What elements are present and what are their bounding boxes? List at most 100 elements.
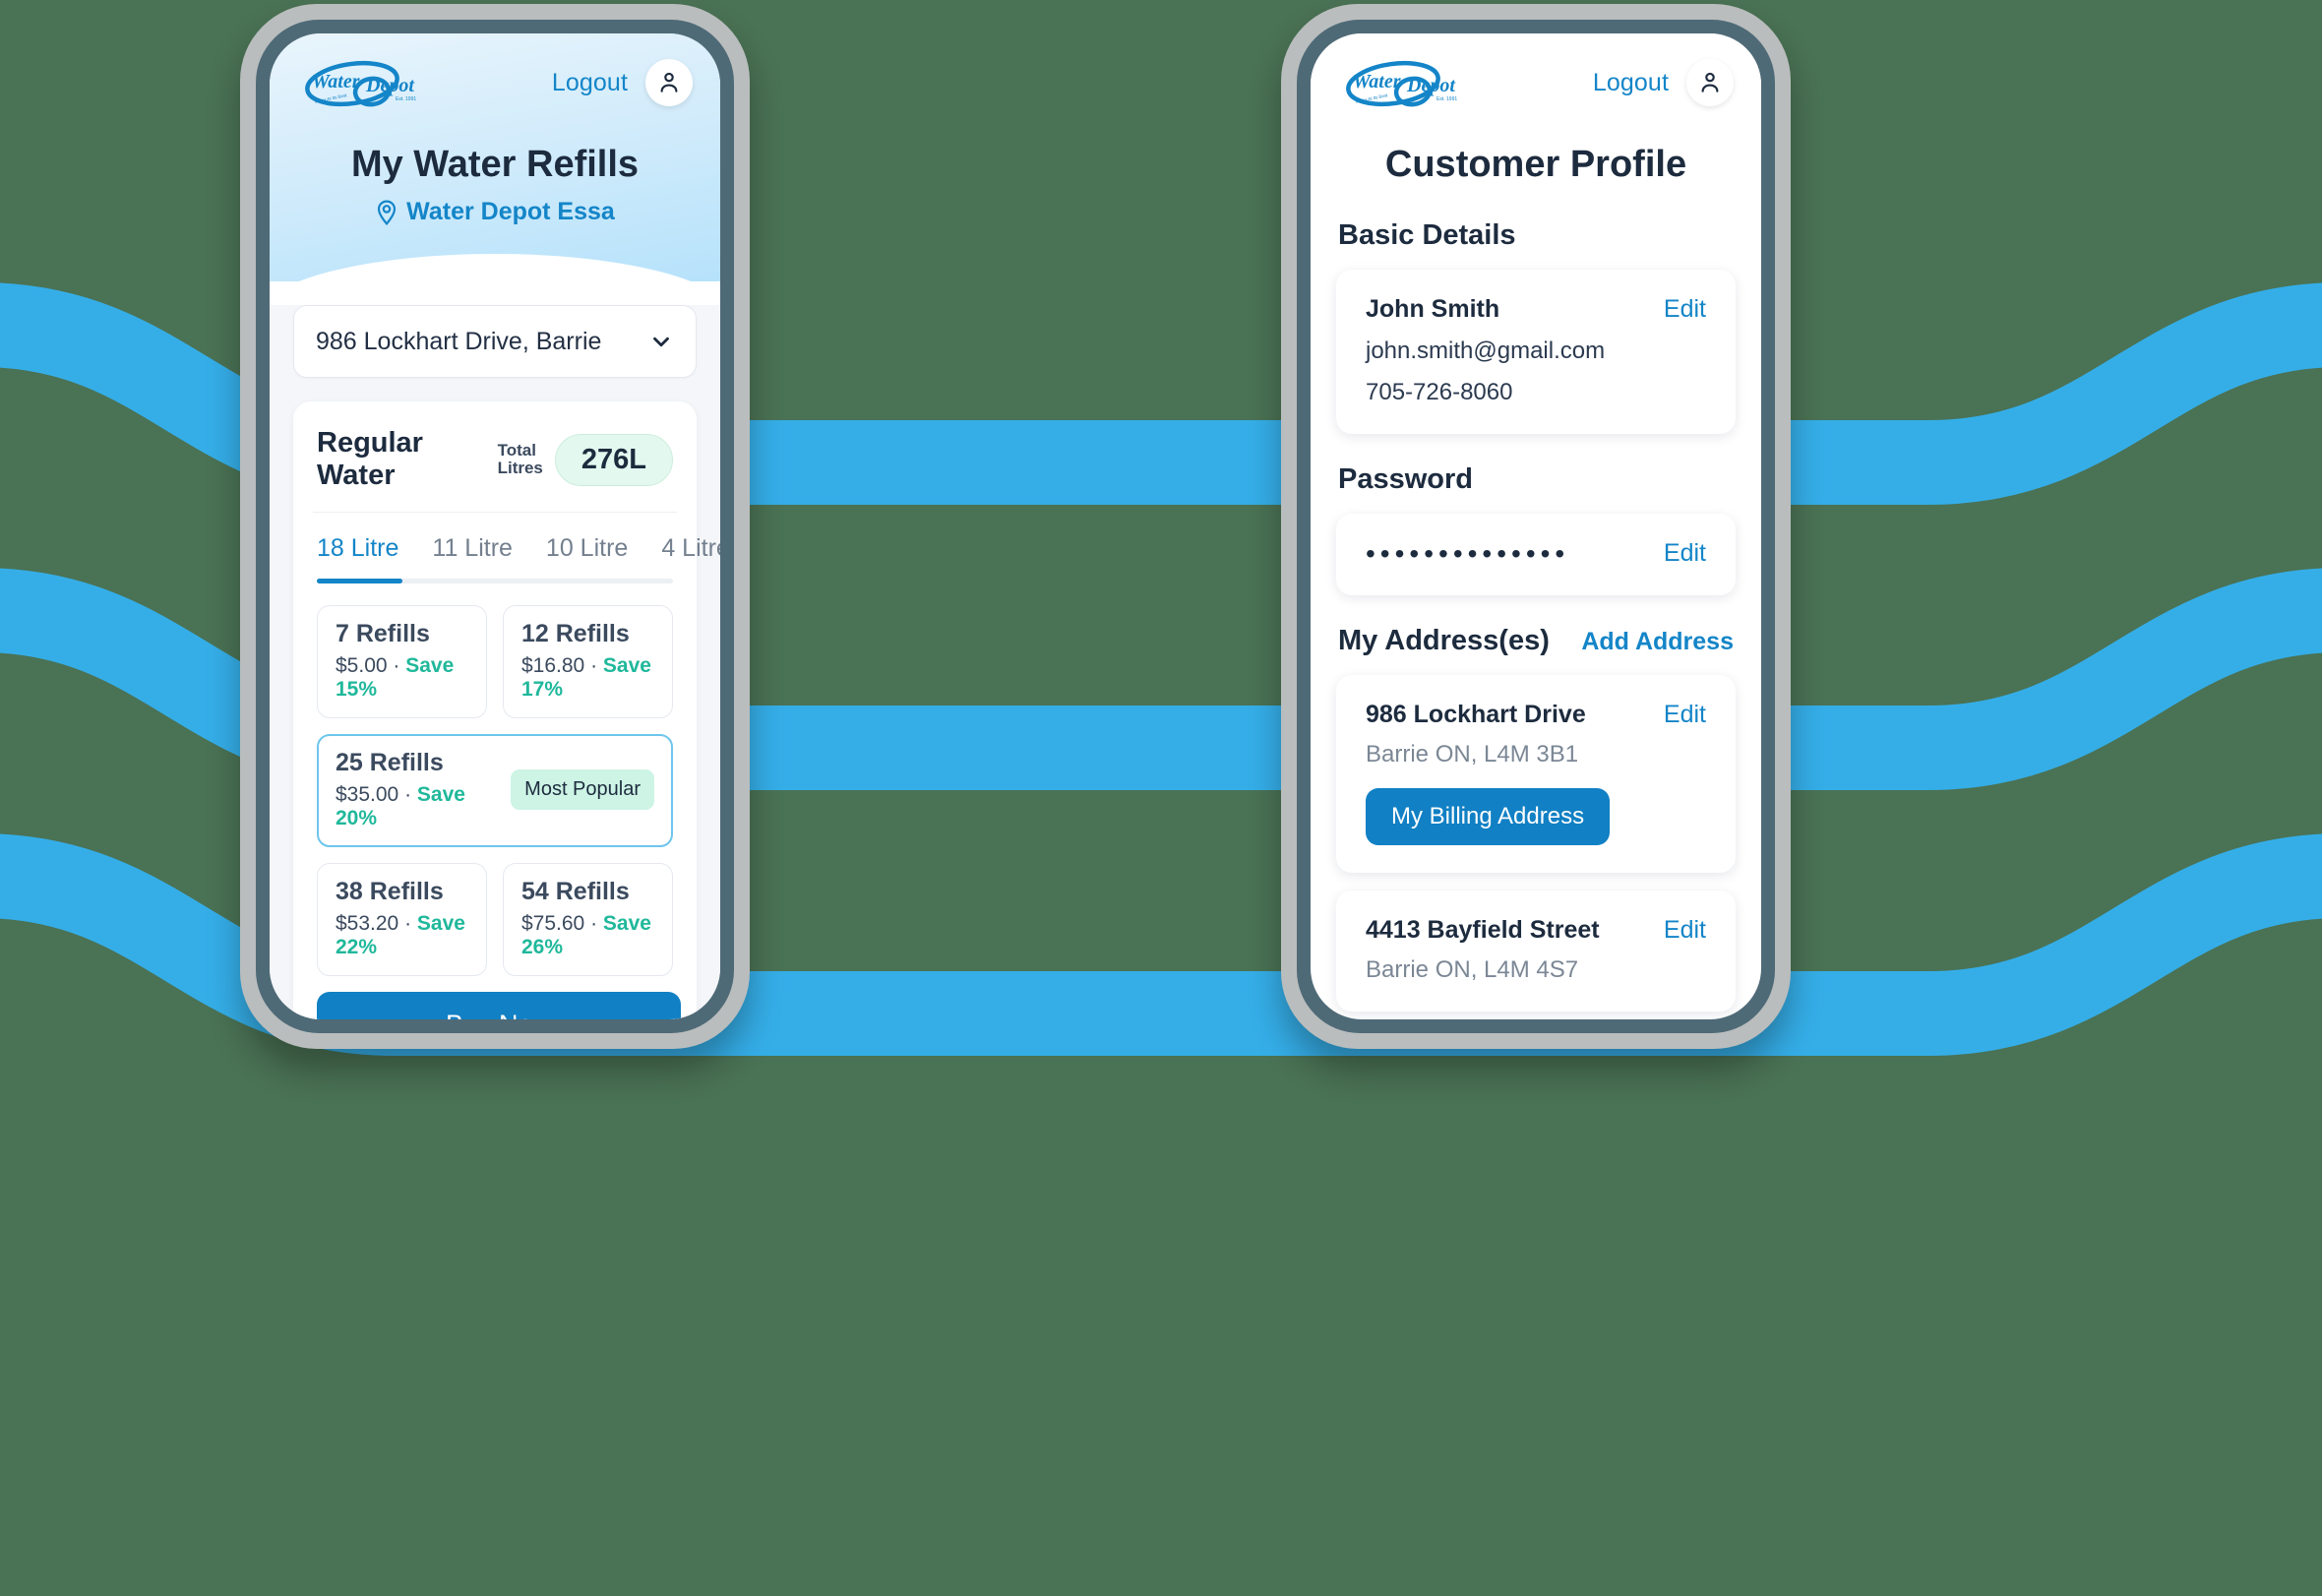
refill-option-sub: $53.20 · Save 22% <box>336 912 468 959</box>
product-card-regular-water: Regular Water Total Litres 276L 18 Litre <box>293 401 720 1019</box>
tab-11-litre[interactable]: 11 Litre <box>432 534 513 579</box>
total-litres-label: Total Litres <box>498 442 543 477</box>
left-topbar-right: Logout <box>552 59 693 106</box>
refill-option-title: 38 Refills <box>336 878 444 905</box>
refill-option-12[interactable]: 12 Refills $16.80 · Save 17% <box>503 605 673 718</box>
refill-option-price: $16.80 <box>521 654 585 677</box>
basic-details-header: Basic Details <box>1336 219 1736 252</box>
logout-link[interactable]: Logout <box>552 69 628 97</box>
refill-option-price: $5.00 <box>336 654 388 677</box>
svg-text:Depot: Depot <box>1406 75 1456 96</box>
refill-option-sub: $75.60 · Save 26% <box>521 912 654 959</box>
refill-option-sep: · <box>584 654 603 677</box>
refill-option-price: $75.60 <box>521 912 585 935</box>
address-select-value: 986 Lockhart Drive, Barrie <box>316 327 602 355</box>
address-text: 4413 Bayfield Street Barrie ON, L4M 4S7 <box>1366 916 1600 984</box>
refill-option-title: 54 Refills <box>521 878 630 905</box>
basic-details-row: John Smith john.smith@gmail.com 705-726-… <box>1366 295 1706 406</box>
user-icon <box>660 72 678 92</box>
water-depot-logo[interactable]: Water Depot Est. 1991 Water At Its Best <box>297 55 427 110</box>
refill-option-sep: · <box>387 654 406 677</box>
password-title: Password <box>1338 463 1473 495</box>
refill-option-sub: $16.80 · Save 17% <box>521 654 654 702</box>
refill-options: 7 Refills $5.00 · Save 15% 12 Refills $1… <box>313 583 677 976</box>
address-city-line: Barrie ON, L4M 3B1 <box>1366 741 1579 767</box>
phone-right: Water Depot Est. 1991 Water At Its Best … <box>1281 4 1791 1049</box>
product-total-litres: Total Litres 276L <box>498 433 673 486</box>
svg-text:Water: Water <box>312 71 360 92</box>
svg-text:Water: Water <box>1353 71 1401 92</box>
refill-option-sep: · <box>584 912 603 935</box>
edit-password-link[interactable]: Edit <box>1664 539 1706 568</box>
refill-option-row-3: 38 Refills $53.20 · Save 22% 54 Refills … <box>317 863 673 976</box>
left-body: 986 Lockhart Drive, Barrie Regular Water… <box>270 305 720 1019</box>
edit-address-link[interactable]: Edit <box>1664 701 1706 729</box>
password-row: •••••••••••••• Edit <box>1366 539 1706 568</box>
svg-text:Est. 1991: Est. 1991 <box>1436 96 1457 102</box>
refill-option-38[interactable]: 38 Refills $53.20 · Save 22% <box>317 863 487 976</box>
store-location[interactable]: Water Depot Essa <box>270 198 720 226</box>
phone-right-bezel: Water Depot Est. 1991 Water At Its Best … <box>1297 20 1775 1033</box>
address-row: 986 Lockhart Drive Barrie ON, L4M 3B1 My… <box>1366 701 1706 845</box>
my-billing-address-button[interactable]: My Billing Address <box>1366 788 1611 845</box>
total-litres-label-line1: Total <box>497 441 536 460</box>
refill-option-row-2: 25 Refills $35.00 · Save 20% Most Popula… <box>317 734 673 847</box>
refill-option-sub: $5.00 · Save 15% <box>336 654 468 702</box>
customer-phone: 705-726-8060 <box>1366 379 1513 405</box>
avatar-button[interactable] <box>645 59 693 106</box>
stage: Water Depot Est. 1991 Water At Its Best … <box>0 0 2322 1596</box>
page-title: Customer Profile <box>1384 144 1687 185</box>
tab-4-litre[interactable]: 4 Litre <box>661 534 720 579</box>
password-masked-value: •••••••••••••• <box>1366 537 1570 569</box>
size-tabs: 18 Litre 11 Litre 10 Litre 4 Litre <box>313 513 720 579</box>
address-card-1: 986 Lockhart Drive Barrie ON, L4M 3B1 My… <box>1336 675 1736 873</box>
left-topbar: Water Depot Est. 1991 Water At Its Best … <box>270 33 720 110</box>
product-name: Regular Water <box>317 427 423 491</box>
edit-basic-details-link[interactable]: Edit <box>1664 295 1706 324</box>
address-street: 4413 Bayfield Street <box>1366 916 1600 944</box>
screen-my-water-refills: Water Depot Est. 1991 Water At Its Best … <box>270 33 720 1019</box>
location-pin-icon <box>378 199 397 225</box>
address-street: 986 Lockhart Drive <box>1366 701 1586 728</box>
chevron-down-icon <box>653 337 669 347</box>
right-header: Water Depot Est. 1991 Water At Its Best … <box>1311 33 1761 190</box>
water-depot-logo[interactable]: Water Depot Est. 1991 Water At Its Best <box>1338 55 1468 110</box>
password-card: •••••••••••••• Edit <box>1336 514 1736 595</box>
refill-option-title: 7 Refills <box>336 620 430 647</box>
total-litres-value: 276L <box>554 433 673 486</box>
refill-option-title: 25 Refills <box>336 749 444 776</box>
refill-option-54[interactable]: 54 Refills $75.60 · Save 26% <box>503 863 673 976</box>
refill-option-price: $35.00 <box>336 783 399 806</box>
address-card-2: 4413 Bayfield Street Barrie ON, L4M 4S7 … <box>1336 890 1736 1012</box>
right-topbar-right: Logout <box>1593 59 1734 106</box>
tabs-scroll-indicator <box>317 579 402 583</box>
buy-now-button[interactable]: Buy Now <box>317 992 681 1019</box>
tab-10-litre[interactable]: 10 Litre <box>546 534 628 579</box>
phone-left-bezel: Water Depot Est. 1991 Water At Its Best … <box>256 20 734 1033</box>
basic-details-text: John Smith john.smith@gmail.com 705-726-… <box>1366 295 1605 406</box>
address-text: 986 Lockhart Drive Barrie ON, L4M 3B1 My… <box>1366 701 1611 845</box>
customer-email: john.smith@gmail.com <box>1366 338 1606 364</box>
page-title: My Water Refills <box>350 144 640 185</box>
tab-18-litre[interactable]: 18 Litre <box>317 534 398 579</box>
svg-text:Est. 1991: Est. 1991 <box>396 96 416 102</box>
edit-address-link[interactable]: Edit <box>1664 916 1706 945</box>
tabs-scroll-rail[interactable] <box>317 579 673 583</box>
logout-link[interactable]: Logout <box>1593 69 1669 97</box>
refill-option-sep: · <box>398 783 417 806</box>
add-address-link[interactable]: Add Address <box>1581 628 1734 656</box>
refill-option-25[interactable]: 25 Refills $35.00 · Save 20% Most Popula… <box>317 734 673 847</box>
product-header: Regular Water Total Litres 276L <box>313 423 677 513</box>
password-header: Password <box>1336 463 1736 496</box>
refill-option-row-1: 7 Refills $5.00 · Save 15% 12 Refills $1… <box>317 605 673 718</box>
avatar-button[interactable] <box>1686 59 1734 106</box>
right-topbar: Water Depot Est. 1991 Water At Its Best … <box>1311 33 1761 110</box>
addresses-header: My Address(es) Add Address <box>1336 625 1736 657</box>
total-litres-label-line2: Litres <box>497 459 543 477</box>
basic-details-card: John Smith john.smith@gmail.com 705-726-… <box>1336 270 1736 434</box>
address-select[interactable]: 986 Lockhart Drive, Barrie <box>293 305 697 378</box>
screen-customer-profile: Water Depot Est. 1991 Water At Its Best … <box>1311 33 1761 1019</box>
basic-details-title: Basic Details <box>1338 219 1516 251</box>
svg-text:Depot: Depot <box>365 75 415 96</box>
refill-option-7[interactable]: 7 Refills $5.00 · Save 15% <box>317 605 487 718</box>
